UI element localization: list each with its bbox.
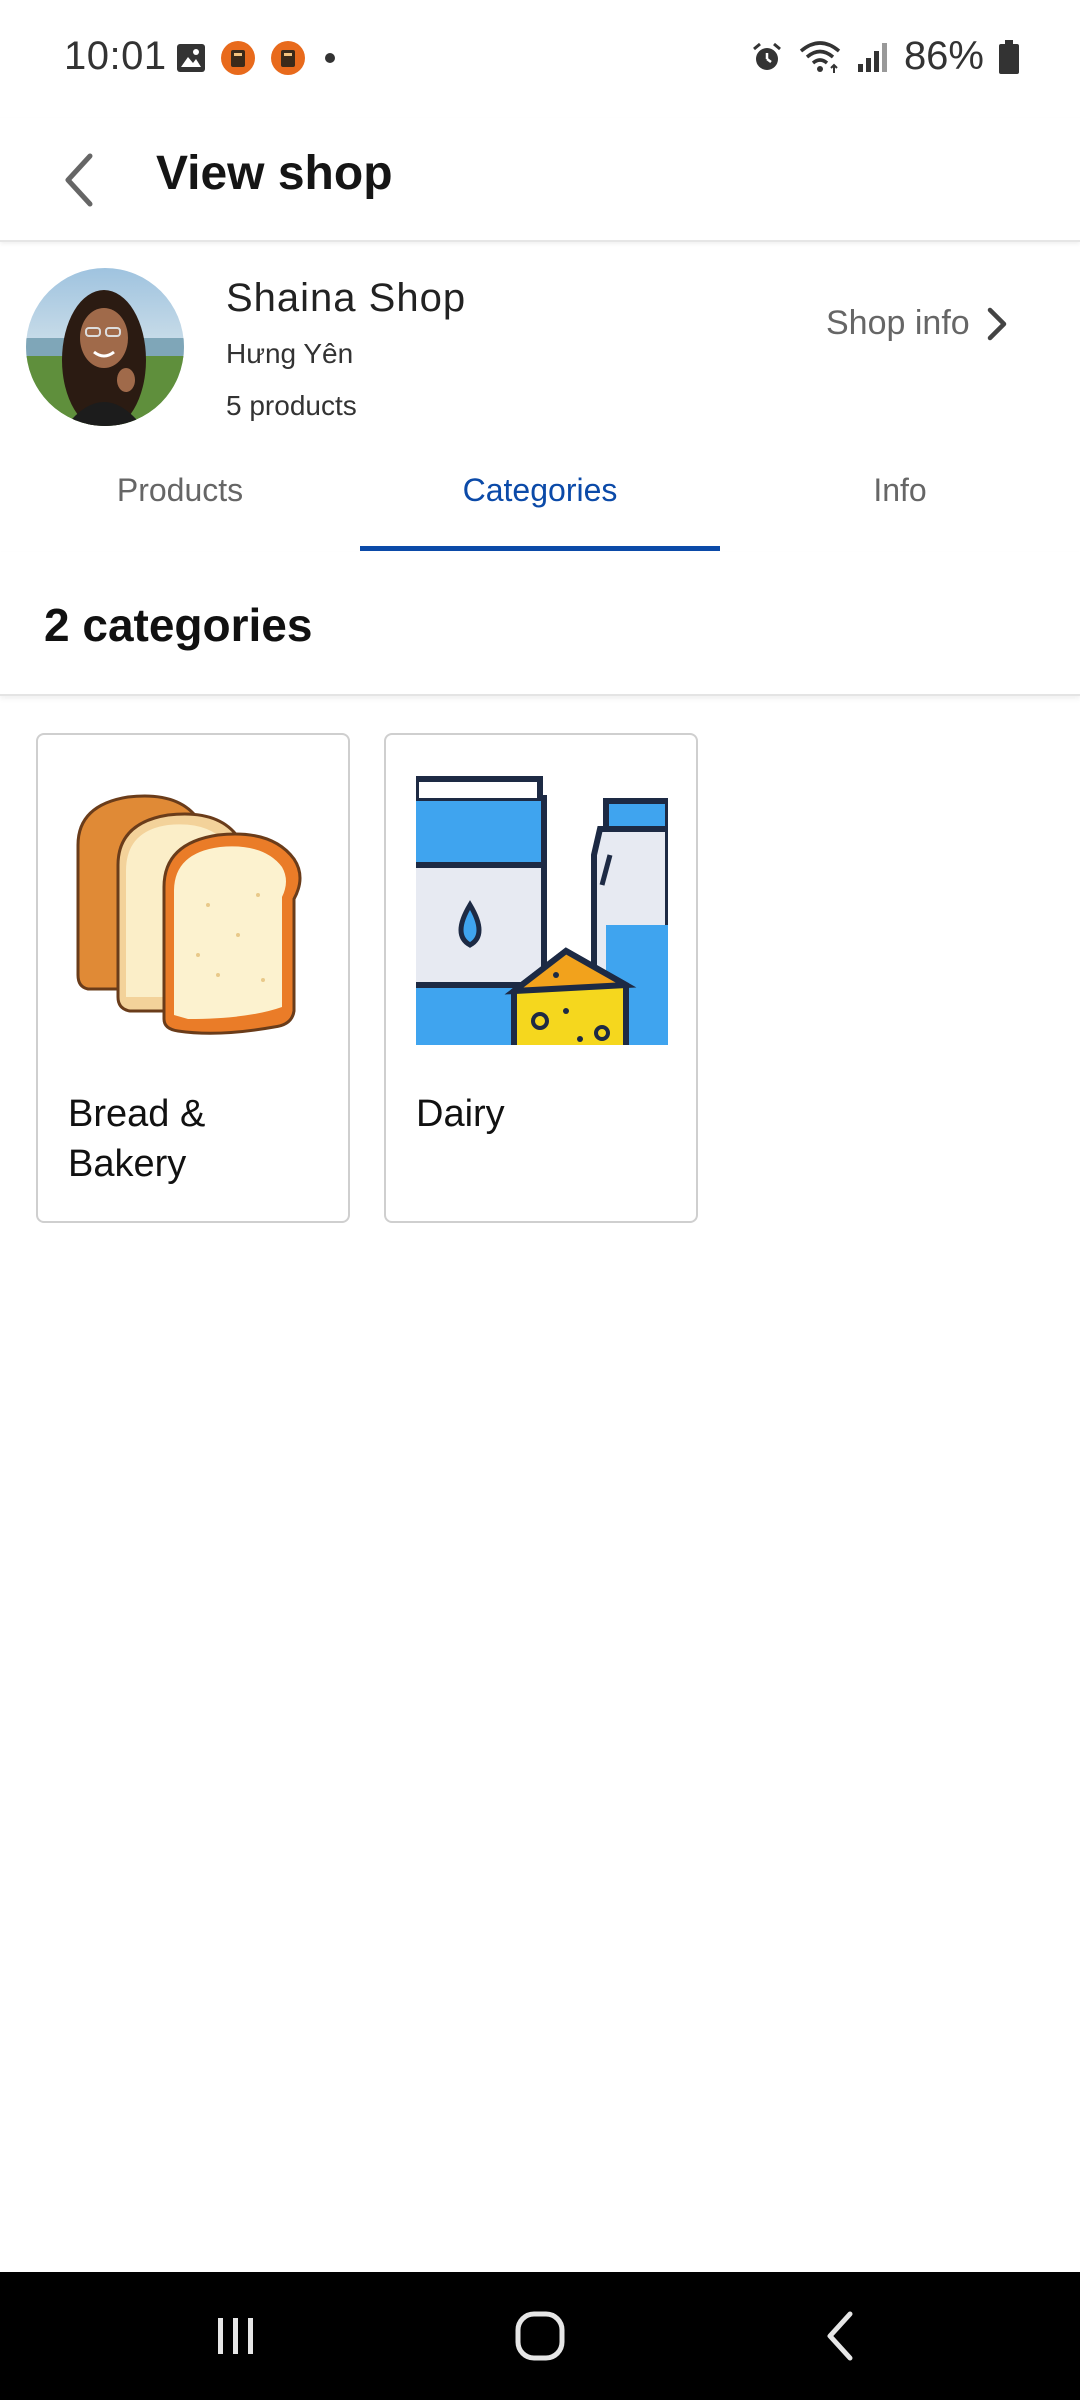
- status-bar: 10:01 86%: [0, 0, 1080, 118]
- category-card-dairy[interactable]: Dairy: [384, 733, 698, 1223]
- dairy-image: [416, 776, 668, 1045]
- bread-image: [76, 794, 302, 1035]
- shop-location: Hưng Yên: [226, 338, 354, 369]
- categories-header: 2 categories: [0, 552, 1080, 696]
- app-bar: View shop: [0, 118, 1080, 242]
- home-button[interactable]: [490, 2296, 590, 2376]
- status-notification-icons: [176, 40, 340, 76]
- back-button[interactable]: [40, 140, 120, 220]
- category-card-bread-bakery[interactable]: Bread & Bakery: [36, 733, 350, 1223]
- tab-categories[interactable]: Categories: [360, 452, 720, 552]
- wifi-icon: [799, 40, 841, 73]
- app-notification-icon: [271, 41, 305, 75]
- status-system-icons: 86%: [750, 34, 1020, 79]
- shop-header: Shaina Shop Hưng Yên 5 products Shop inf…: [0, 244, 1080, 444]
- active-tab-indicator: [360, 546, 720, 551]
- tab-info[interactable]: Info: [720, 452, 1080, 552]
- shop-products-count: 5 products: [226, 390, 357, 421]
- category-label: Bread & Bakery: [68, 1093, 206, 1185]
- chevron-right-icon: [987, 307, 1006, 340]
- recent-apps-button[interactable]: [186, 2296, 286, 2376]
- category-grid: Bread & Bakery Dairy: [36, 733, 698, 1223]
- back-nav-button[interactable]: [790, 2296, 890, 2376]
- system-nav-bar: [0, 2272, 1080, 2400]
- shop-info-button[interactable]: Shop info: [826, 304, 1008, 343]
- battery-percentage: 86%: [903, 34, 984, 78]
- alarm-icon: [752, 42, 781, 70]
- dot-icon: [325, 53, 335, 63]
- status-time: 10:01: [64, 34, 167, 78]
- tab-products[interactable]: Products: [0, 452, 360, 552]
- back-icon: [827, 2311, 853, 2361]
- shop-info-label: Shop info: [826, 304, 970, 342]
- signal-icon: [857, 42, 887, 72]
- categories-count-title: 2 categories: [44, 599, 313, 651]
- gallery-icon: [177, 44, 205, 72]
- category-label: Dairy: [416, 1093, 505, 1135]
- tab-bar: Products Categories Info: [0, 452, 1080, 552]
- app-notification-icon: [221, 41, 255, 75]
- shop-name: Shaina Shop: [226, 276, 467, 320]
- home-icon: [515, 2311, 565, 2361]
- avatar-image: [26, 268, 184, 426]
- battery-icon: [999, 39, 1019, 74]
- page-title: View shop: [156, 147, 393, 200]
- shop-avatar[interactable]: [26, 268, 184, 426]
- recent-apps-icon: [218, 2318, 253, 2354]
- chevron-left-icon: [65, 153, 93, 207]
